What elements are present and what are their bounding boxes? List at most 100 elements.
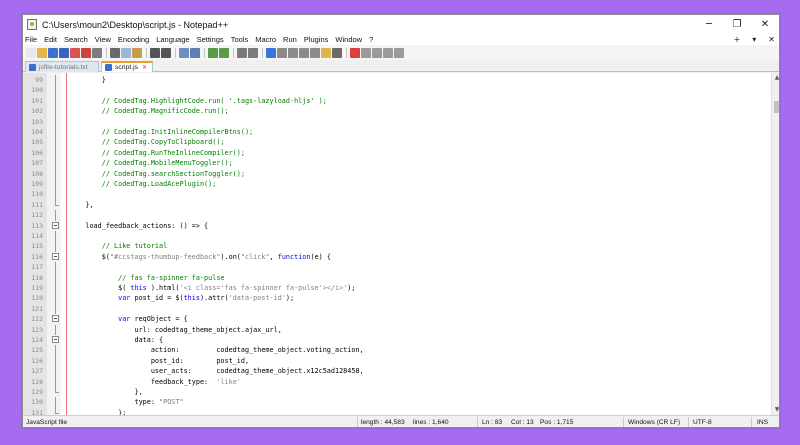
scroll-up-arrow-icon[interactable]: ▲ (772, 73, 779, 83)
code-line[interactable]: 130 type: "POST" (23, 397, 771, 408)
record-icon[interactable] (350, 47, 360, 58)
undo-icon[interactable] (150, 47, 160, 58)
zoom-in-icon[interactable] (208, 47, 218, 58)
code-line[interactable]: 117 (23, 262, 771, 273)
tab-close-icon[interactable]: ✕ (142, 64, 147, 71)
code-line[interactable]: 131 }; (23, 407, 771, 415)
indent-guide-icon[interactable] (288, 47, 298, 58)
status-encoding[interactable]: UTF-8 (693, 419, 712, 426)
code-line[interactable]: 109 // CodedTag.LoadAcePlugin(); (23, 179, 771, 190)
fold-toggle-icon[interactable] (52, 221, 59, 229)
code-line[interactable]: 123 url: codedtag_theme_object.ajax_url, (23, 324, 771, 335)
code-line[interactable]: 115 // Like tutorial (23, 241, 771, 252)
save-all-icon[interactable] (59, 47, 69, 58)
menu-encoding[interactable]: Encoding (118, 35, 149, 44)
menu-edit[interactable]: Edit (44, 35, 57, 44)
status-eol[interactable]: Windows (CR LF) (628, 419, 680, 426)
code-line[interactable]: 121 (23, 303, 771, 315)
code-line[interactable]: 110 (23, 189, 771, 200)
play-icon[interactable] (372, 47, 382, 58)
sync-v-icon[interactable] (237, 47, 247, 58)
folder-icon[interactable] (321, 47, 331, 58)
code-line[interactable]: 100 (23, 85, 771, 96)
menu-file[interactable]: File (25, 35, 37, 44)
code-line[interactable]: 125 action: codedtag_theme_object.voting… (23, 345, 771, 356)
code-line[interactable]: 106 // CodedTag.RunTheInlineCompiler(); (23, 147, 771, 159)
wrap-icon[interactable] (266, 47, 276, 58)
code-line[interactable]: 120 var post_id = $(this).attr('data-pos… (23, 293, 771, 304)
copy-icon[interactable] (121, 47, 131, 58)
code-line[interactable]: 119 $( this ).html('<i class='fas fa-spi… (23, 283, 771, 294)
code-line[interactable]: 114 (23, 231, 771, 242)
code-line[interactable]: 118 // fas fa-spinner fa-pulse (23, 272, 771, 283)
code-line[interactable]: 127 user_acts: codedtag_theme_object.x12… (23, 366, 771, 377)
menu-settings[interactable]: Settings (197, 35, 224, 44)
code-line[interactable]: 101 // CodedTag.HighlightCode.run( '.tag… (23, 95, 771, 107)
fold-toggle-icon[interactable] (52, 315, 59, 323)
close-button[interactable]: ✕ (751, 15, 779, 34)
menu-macro[interactable]: Macro (255, 35, 276, 44)
code-line[interactable]: 99 } (23, 75, 771, 86)
fold-line (55, 147, 56, 159)
code-line[interactable]: 108 // CodedTag.searchSectionToggler(); (23, 168, 771, 179)
find-icon[interactable] (179, 47, 189, 58)
replace-icon[interactable] (190, 47, 200, 58)
sync-h-icon[interactable] (248, 47, 258, 58)
new-file-icon[interactable] (26, 47, 36, 58)
status-insert-mode[interactable]: INS (757, 419, 768, 426)
close-all-icon[interactable] (81, 47, 91, 58)
stop-icon[interactable] (361, 47, 371, 58)
save-macro-icon[interactable] (394, 47, 404, 58)
tab-jsfile-tutorials[interactable]: jsfile-tutorials.txt (25, 61, 99, 72)
code-line[interactable]: 102 // CodedTag.MagnificCode.run(); (23, 106, 771, 117)
tab-list-icon[interactable]: ▾ (752, 35, 756, 44)
tab-script-js[interactable]: script.js ✕ (101, 61, 153, 72)
code-line[interactable]: 105 // CodedTag.CopyToClipboard(); (23, 137, 771, 148)
code-line[interactable]: 103 (23, 116, 771, 127)
code-line[interactable]: 129 }, (23, 387, 771, 397)
menu-run[interactable]: Run (283, 35, 297, 44)
code-line[interactable]: 113 load_feedback_actions: () => { (23, 221, 771, 231)
code-line[interactable]: 107 // CodedTag.MobileMenuToggler(); (23, 158, 771, 169)
code-token: url: codedtag_theme_object.ajax_url, (69, 325, 282, 334)
open-file-icon[interactable] (37, 47, 47, 58)
save-icon[interactable] (48, 47, 58, 58)
scrollbar-thumb[interactable] (774, 101, 779, 113)
menu-search[interactable]: Search (64, 35, 88, 44)
menu-language[interactable]: Language (156, 35, 189, 44)
zoom-out-icon[interactable] (219, 47, 229, 58)
code-editor[interactable]: 99 } 100 101 // CodedTag.HighlightCode.run… (23, 73, 771, 415)
menu-tools[interactable]: Tools (231, 35, 249, 44)
print-icon[interactable] (92, 47, 102, 58)
code-line[interactable]: 128 feedback_type: 'like' (23, 376, 771, 387)
menu-view[interactable]: View (95, 35, 111, 44)
play-multi-icon[interactable] (383, 47, 393, 58)
minimize-button[interactable]: ─ (695, 15, 723, 34)
menu-window[interactable]: Window (335, 35, 362, 44)
code-line[interactable]: 124 data: { (23, 335, 771, 345)
paste-icon[interactable] (132, 47, 142, 58)
close-icon[interactable] (70, 47, 80, 58)
cut-icon[interactable] (110, 47, 120, 58)
code-line[interactable]: 111 }, (23, 199, 771, 210)
code-line[interactable]: 126 post_id: post_id, (23, 355, 771, 367)
code-line[interactable]: 112 (23, 210, 771, 221)
code-line[interactable]: 104 // CodedTag.InitInlineCompilerBtns()… (23, 127, 771, 138)
code-text: var reqObject = { (69, 314, 188, 324)
all-chars-icon[interactable] (277, 47, 287, 58)
monitor-icon[interactable] (332, 47, 342, 58)
menu-plugins[interactable]: Plugins (304, 35, 329, 44)
function-list-icon[interactable] (310, 47, 320, 58)
code-line[interactable]: 116 $("#ccstags-thumbup-feedback").on("c… (23, 252, 771, 262)
vertical-scrollbar[interactable]: ▲ ▼ (771, 73, 779, 415)
fold-toggle-icon[interactable] (52, 336, 59, 343)
doc-map-icon[interactable] (299, 47, 309, 58)
new-tab-icon[interactable]: + (734, 35, 741, 44)
scroll-down-arrow-icon[interactable]: ▼ (772, 405, 779, 415)
close-document-icon[interactable]: ✕ (768, 35, 775, 44)
redo-icon[interactable] (161, 47, 171, 58)
menu-help[interactable]: ? (369, 35, 373, 44)
code-line[interactable]: 122 var reqObject = { (23, 314, 771, 324)
maximize-button[interactable]: ❐ (723, 15, 751, 34)
fold-toggle-icon[interactable] (52, 252, 59, 260)
